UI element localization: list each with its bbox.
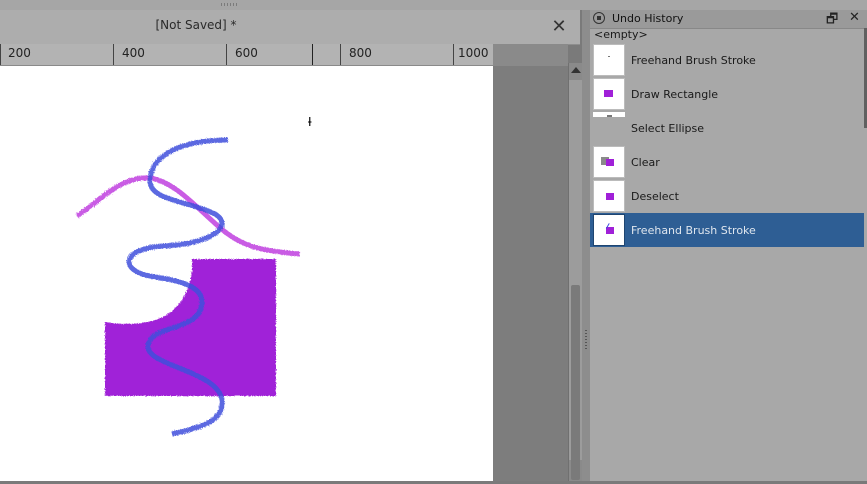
panel-header: Undo History 🗗 ✕ [590,10,867,29]
close-document-icon[interactable]: ✕ [551,18,567,36]
history-item[interactable]: Freehand Brush Stroke [590,43,864,77]
ruler-label: 200 [8,46,31,60]
ruler-gutter [493,44,568,66]
ruler-cursor-marker [312,44,313,65]
text-cursor-icon: Ɨ [308,115,312,129]
history-item[interactable]: Deselect [590,179,864,213]
grip-dots [221,3,239,6]
ruler-tick [226,44,227,65]
document-title: [Not Saved] * [155,18,237,32]
ruler-label: 1000 [458,46,489,60]
splitter-grip [585,330,587,350]
history-thumbnail [593,180,625,212]
vertical-scrollbar[interactable] [568,63,583,481]
history-item-label: Freehand Brush Stroke [631,53,756,67]
history-item-label: Deselect [631,189,679,203]
history-empty-state[interactable]: <empty> [590,28,864,43]
ruler-label: 600 [235,46,258,60]
history-item[interactable]: Draw Rectangle [590,77,864,111]
history-thumbnail [593,44,625,76]
panel-title: Undo History [612,12,684,25]
ruler-tick [453,44,454,65]
history-thumbnail [593,146,625,178]
history-item-label: Select Ellipse [631,121,705,135]
horizontal-ruler: 200 400 600 800 1000 [0,44,493,66]
history-item-selected[interactable]: Freehand Brush Stroke [590,213,864,247]
history-item[interactable]: Clear [590,145,864,179]
close-panel-icon[interactable]: ✕ [849,10,860,25]
history-thumbnail [593,214,625,246]
undo-history-panel: Undo History 🗗 ✕ <empty> Freehand Brush … [590,10,867,481]
history-list: <empty> Freehand Brush Stroke Draw Recta… [590,28,864,247]
ruler-label: 400 [122,46,145,60]
ruler-tick [340,44,341,65]
ruler-tick [0,44,1,65]
ruler-label: 800 [349,46,372,60]
history-item-label: Draw Rectangle [631,87,719,101]
history-item-label: Freehand Brush Stroke [631,223,756,237]
drawing-canvas[interactable]: Ɨ [0,66,493,481]
canvas-artwork [75,137,301,437]
document-title-bar: [Not Saved] * ✕ [0,10,580,45]
history-item[interactable]: Select Ellipse [590,111,864,145]
ruler-tick [113,44,114,65]
history-item-label: Clear [631,155,660,169]
scroll-thumb[interactable] [571,285,580,480]
canvas-outside-area [493,66,568,481]
scroll-track[interactable] [569,80,583,480]
history-thumbnail [593,112,625,144]
dock-grip[interactable] [0,0,867,10]
scroll-up-icon[interactable] [571,67,581,73]
undo-history-icon [593,12,605,24]
history-thumbnail [593,78,625,110]
